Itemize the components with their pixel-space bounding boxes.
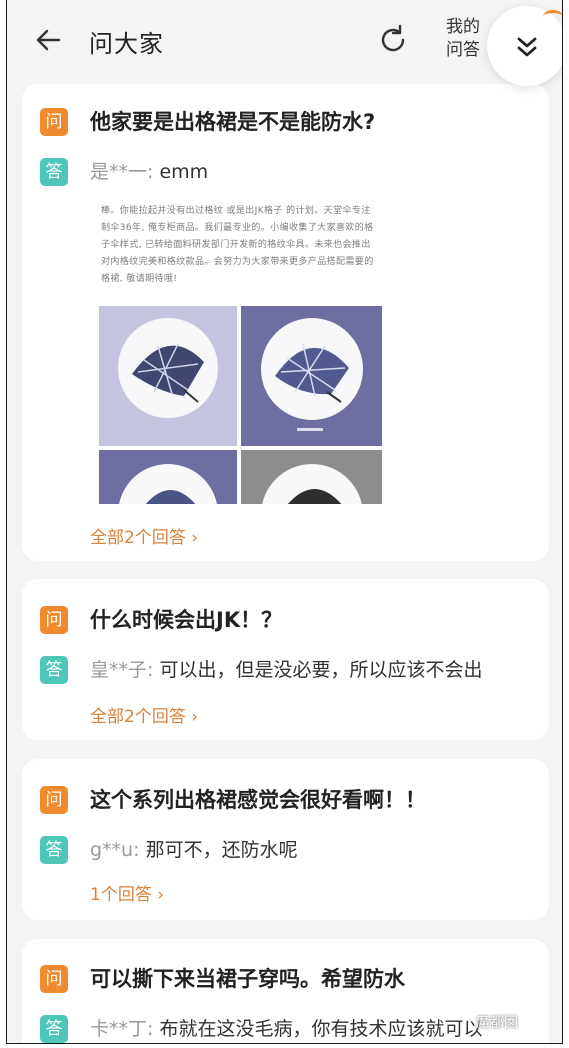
question-text: 他家要是出格裙是不是能防水?	[90, 110, 376, 134]
app-screen: 问大家 我的 问答 问 他家要是出格裙是不是能防水? 答 是**一: emm 棒…	[6, 0, 563, 1044]
all-answers-link[interactable]: 1个回答 ›	[90, 880, 164, 905]
question-row: 问 什么时候会出JK！？	[40, 606, 539, 636]
chevron-right-icon: ›	[185, 528, 199, 548]
question-row: 问 可以撕下来当裙子穿吗。希望防水	[40, 965, 539, 995]
question-text: 可以撕下来当裙子穿吗。希望防水	[90, 967, 405, 991]
answer-user: 卡**丁:	[90, 1018, 154, 1040]
answer-row: 答 皇**子: 可以出，但是没必要，所以应该不会出	[40, 656, 539, 686]
top-bar: 问大家 我的 问答	[7, 0, 562, 82]
answer-content: 那可不，还防水呢	[145, 839, 298, 861]
my-qa-label: 我的 问答	[446, 17, 480, 60]
answer-row: 答 g**u: 那可不，还防水呢	[40, 836, 539, 866]
umbrella-photo	[241, 306, 382, 446]
question-badge: 问	[40, 108, 68, 136]
answer-text: 是**一: emm	[90, 158, 208, 186]
answer-badge: 答	[40, 836, 68, 864]
my-qa-link[interactable]: 我的 问答	[443, 16, 483, 62]
question-card[interactable]: 问 可以撕下来当裙子穿吗。希望防水 答 卡**丁: 布就在这没毛病，你有技术应该…	[22, 939, 549, 1043]
answer-text: 卡**丁: 布就在这没毛病，你有技术应该就可以	[90, 1015, 500, 1043]
all-answers-label: 全部2个回答	[90, 528, 186, 548]
umbrella-photo	[241, 450, 382, 504]
question-row: 问 这个系列出格裙感觉会很好看啊！！	[40, 786, 539, 816]
refresh-icon[interactable]	[375, 22, 411, 58]
answer-content: emm	[159, 161, 209, 183]
answer-user: 皇**子:	[90, 659, 154, 681]
question-card[interactable]: 问 他家要是出格裙是不是能防水? 答 是**一: emm 棒。你能拉起并没有出过…	[22, 84, 549, 561]
back-arrow-icon[interactable]	[33, 24, 65, 56]
answer-row: 答 卡**丁: 布就在这没毛病，你有技术应该就可以	[40, 1015, 539, 1043]
double-chevron-down-icon	[517, 37, 537, 57]
answer-row: 答 是**一: emm	[40, 158, 539, 188]
page-title: 问大家	[89, 30, 164, 58]
all-answers-link[interactable]: 全部2个回答 ›	[90, 523, 198, 548]
all-answers-label: 1个回答	[90, 885, 152, 905]
question-badge: 问	[40, 786, 68, 814]
answer-badge: 答	[40, 1015, 68, 1043]
umbrella-photo	[99, 450, 237, 504]
chevron-right-icon: ›	[185, 707, 199, 727]
answer-content: 可以出，但是没必要，所以应该不会出	[159, 659, 483, 681]
question-card[interactable]: 问 什么时候会出JK！？ 答 皇**子: 可以出，但是没必要，所以应该不会出 全…	[22, 579, 549, 740]
button-accent	[543, 10, 562, 24]
collapse-button[interactable]	[487, 6, 562, 86]
watermark-text: 魔都囡	[476, 1015, 518, 1031]
all-answers-label: 全部2个回答	[90, 707, 186, 727]
question-text: 什么时候会出JK！？	[90, 608, 283, 632]
question-text: 这个系列出格裙感觉会很好看啊！！	[90, 788, 426, 812]
answer-badge: 答	[40, 656, 68, 684]
answer-badge: 答	[40, 158, 68, 186]
answer-user: g**u:	[90, 839, 140, 861]
answer-text: g**u: 那可不，还防水呢	[90, 836, 298, 864]
answer-content: 布就在这没毛病，你有技术应该就可以	[159, 1018, 483, 1040]
image-caption-text: 棒。你能拉起并没有出过格纹 或是出JK格子 的计划。天堂伞专注制伞36年, 俺专…	[101, 206, 374, 284]
all-answers-link[interactable]: 全部2个回答 ›	[90, 702, 198, 727]
question-card[interactable]: 问 这个系列出格裙感觉会很好看啊！！ 答 g**u: 那可不，还防水呢 1个回答…	[22, 759, 549, 920]
question-badge: 问	[40, 965, 68, 993]
umbrella-photo	[99, 306, 237, 446]
answer-image[interactable]: 棒。你能拉起并没有出过格纹 或是出JK格子 的计划。天堂伞专注制伞36年, 俺专…	[99, 201, 382, 504]
answer-text: 皇**子: 可以出，但是没必要，所以应该不会出	[90, 656, 482, 684]
question-row: 问 他家要是出格裙是不是能防水?	[40, 108, 539, 138]
chevron-right-icon: ›	[151, 885, 165, 905]
answer-user: 是**一:	[90, 161, 154, 183]
question-badge: 问	[40, 606, 68, 634]
